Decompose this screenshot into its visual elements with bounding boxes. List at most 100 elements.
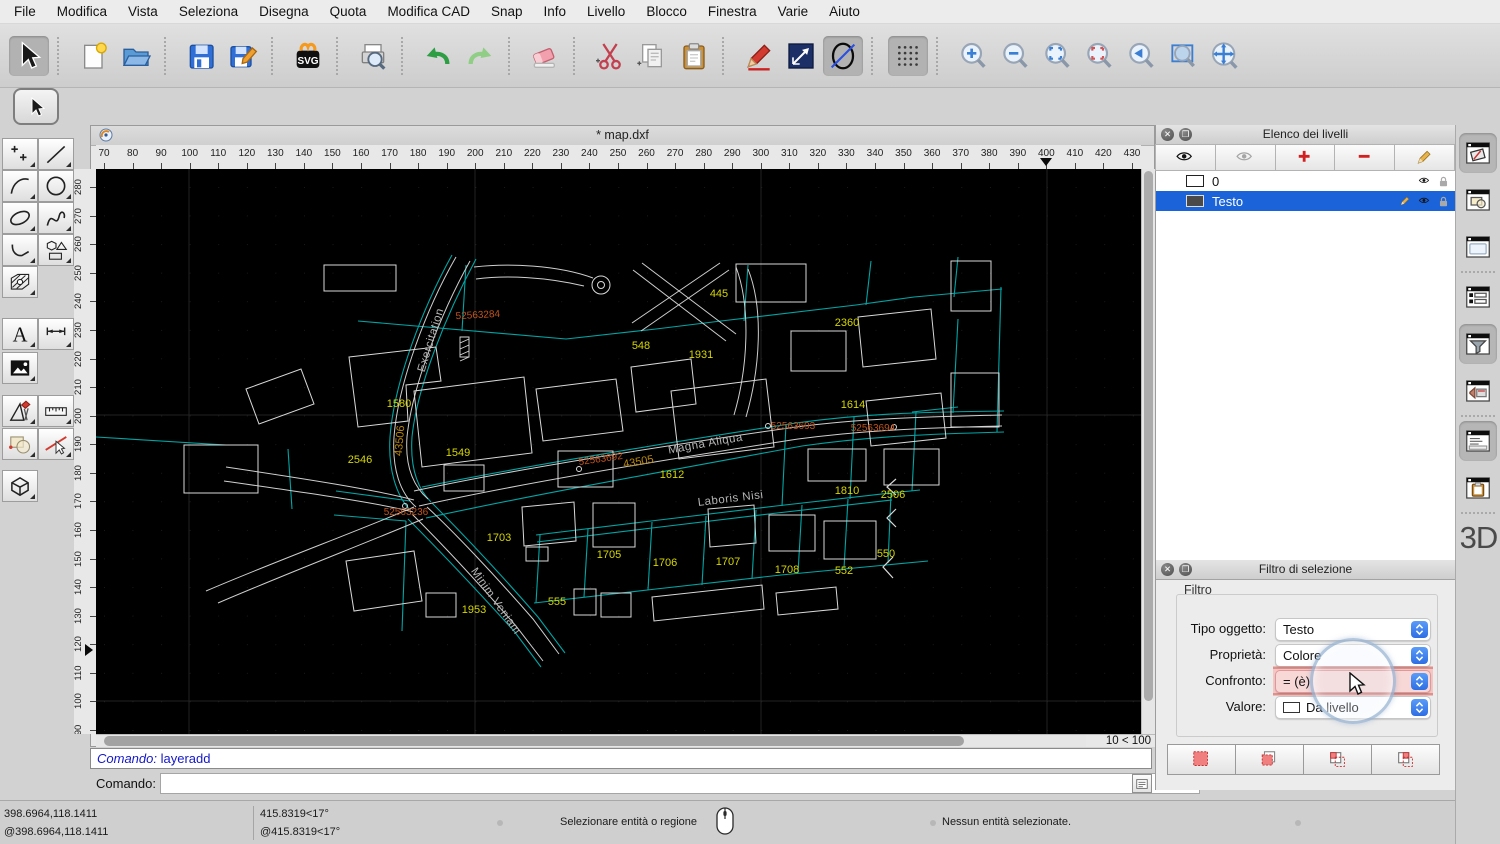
remove-layer-button[interactable] (1334, 144, 1395, 171)
vertical-scrollbar[interactable] (1141, 169, 1155, 734)
selection-status: Nessun entità selezionate. (942, 816, 1071, 828)
menu-varie[interactable]: Varie (778, 4, 809, 19)
panel-list-toggle-button[interactable] (1459, 277, 1497, 317)
line-mode-button[interactable] (781, 36, 821, 76)
selection-tool-button[interactable] (13, 88, 59, 125)
zoom-previous-button[interactable] (1121, 36, 1161, 76)
zoom-selection-button[interactable] (1079, 36, 1119, 76)
layer-row-0[interactable]: 0 (1156, 171, 1455, 191)
panel-library-toggle-button[interactable] (1459, 227, 1497, 267)
ruler-label: 210 (489, 148, 519, 159)
image-tool-button[interactable] (2, 352, 38, 384)
filter-select-1[interactable]: Testo (1275, 618, 1431, 641)
panel-clipboard-toggle-button[interactable] (1459, 468, 1497, 508)
spline-tool-button[interactable] (38, 202, 74, 234)
filter-select-new-button[interactable] (1167, 744, 1236, 775)
command-input[interactable] (160, 773, 1200, 794)
ruler-label: 150 (317, 148, 347, 159)
zoom-out-button[interactable] (995, 36, 1035, 76)
menu-blocco[interactable]: Blocco (646, 4, 687, 19)
filter-select-remove-button[interactable] (1303, 744, 1372, 775)
export-svg-button[interactable]: SVG (288, 36, 328, 76)
panel-filter-toggle-button[interactable] (1459, 324, 1497, 364)
shapes-tool-button[interactable] (38, 234, 74, 266)
text-tool-button[interactable]: A (2, 318, 38, 350)
snap-edit-tool-button[interactable] (38, 428, 74, 460)
circle-tool-button[interactable] (38, 170, 74, 202)
paste-button[interactable] (674, 36, 714, 76)
menu-livello[interactable]: Livello (587, 4, 625, 19)
filter-field-highlight: Da livello (1273, 695, 1433, 719)
edit-layer-button[interactable] (1394, 144, 1455, 171)
modify-tool-button[interactable] (2, 428, 38, 460)
new-file-button[interactable] (74, 36, 114, 76)
drawing-canvas[interactable]: 4452360548193116141580254615491612181025… (96, 169, 1141, 734)
hatch-tool-button[interactable] (2, 266, 38, 298)
menu-aiuto[interactable]: Aiuto (829, 4, 860, 19)
panel-blocks-toggle-button[interactable] (1459, 180, 1497, 220)
zoom-window-button[interactable] (1163, 36, 1203, 76)
horizontal-scrollbar[interactable] (96, 734, 1086, 747)
panel-layers-toggle-button[interactable] (1459, 133, 1497, 173)
close-filter-panel-button[interactable]: ✕ (1161, 563, 1174, 576)
menu-modifica[interactable]: Modifica (57, 4, 107, 19)
copy-button[interactable] (632, 36, 672, 76)
zoom-auto-button[interactable] (1037, 36, 1077, 76)
ellipse-tool-button[interactable] (2, 202, 38, 234)
measure-tool-button[interactable] (38, 395, 74, 427)
filter-select-intersect-button[interactable] (1371, 744, 1440, 775)
detach-filter-panel-button[interactable]: ❐ (1179, 563, 1192, 576)
erase-button[interactable] (525, 36, 565, 76)
polyline-tool-button[interactable] (2, 234, 38, 266)
panel-command-toggle-button[interactable] (1459, 421, 1497, 461)
menu-file[interactable]: File (14, 4, 36, 19)
menu-seleziona[interactable]: Seleziona (179, 4, 238, 19)
filter-select-2[interactable]: Colore (1275, 644, 1431, 667)
menu-vista[interactable]: Vista (128, 4, 158, 19)
menu-finestra[interactable]: Finestra (708, 4, 757, 19)
undo-button[interactable] (418, 36, 458, 76)
command-options-button[interactable] (1132, 774, 1152, 793)
redo-button[interactable] (460, 36, 500, 76)
draw-pencil-button[interactable] (739, 36, 779, 76)
menu-snap[interactable]: Snap (491, 4, 523, 19)
detach-layers-panel-button[interactable]: ❐ (1179, 128, 1192, 141)
points-tool-button[interactable] (2, 138, 38, 170)
toolbar-separator (271, 37, 282, 75)
line-tool-button[interactable] (38, 138, 74, 170)
open-file-button[interactable] (116, 36, 156, 76)
horizontal-scrollbar-thumb[interactable] (104, 736, 964, 746)
save-as-button[interactable] (223, 36, 263, 76)
vertical-scrollbar-thumb[interactable] (1144, 171, 1153, 701)
cut-button[interactable] (590, 36, 630, 76)
panel-properties-toggle-button[interactable] (1459, 371, 1497, 411)
grid-toggle-button[interactable] (888, 36, 928, 76)
box-3d-tool-button[interactable] (2, 470, 38, 502)
3d-panel-label[interactable]: 3D (1456, 520, 1500, 556)
svg-text:SVG: SVG (297, 56, 318, 67)
filter-select-3[interactable]: = (è) (1275, 670, 1431, 693)
zoomsel-icon (1083, 40, 1115, 72)
winblocks-icon (1463, 185, 1493, 215)
menu-quota[interactable]: Quota (330, 4, 367, 19)
menu-disegna[interactable]: Disegna (259, 4, 309, 19)
arc-tool-button[interactable] (2, 170, 38, 202)
filter-select-4[interactable]: Da livello (1275, 696, 1431, 719)
pan-button[interactable] (1205, 36, 1245, 76)
save-button[interactable] (181, 36, 221, 76)
show-all-layers-button[interactable] (1155, 144, 1216, 171)
hide-all-layers-button[interactable] (1215, 144, 1276, 171)
print-preview-button[interactable] (353, 36, 393, 76)
ellipse-mode-button[interactable] (823, 36, 863, 76)
cad-tools-tool-button[interactable] (2, 395, 38, 427)
filter-select-add-button[interactable] (1235, 744, 1304, 775)
selection-tool-button[interactable] (9, 36, 49, 76)
menu-info[interactable]: Info (544, 4, 567, 19)
layer-row-testo[interactable]: Testo (1156, 191, 1455, 211)
add-layer-button[interactable] (1275, 144, 1336, 171)
svg-text:A: A (13, 325, 28, 347)
dimension-tool-button[interactable] (38, 318, 74, 350)
close-layers-panel-button[interactable]: ✕ (1161, 128, 1174, 141)
menu-modifica-cad[interactable]: Modifica CAD (387, 4, 470, 19)
zoom-in-button[interactable] (953, 36, 993, 76)
